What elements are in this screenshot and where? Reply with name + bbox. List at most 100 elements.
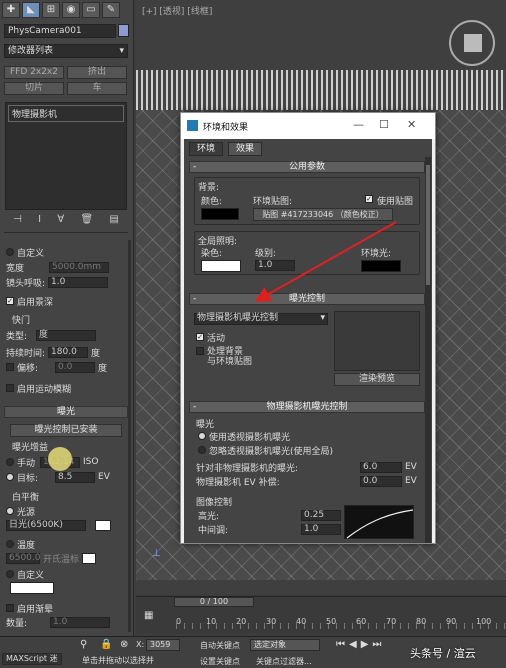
- temperature-radio[interactable]: [6, 540, 14, 548]
- create-icon[interactable]: ✚: [2, 2, 20, 18]
- manual-label: 手动: [17, 458, 36, 469]
- offset-checkbox[interactable]: [6, 363, 14, 371]
- ambient-swatch[interactable]: [361, 260, 401, 272]
- use-map-checkbox[interactable]: ✓: [365, 195, 373, 203]
- custom-wb-radio[interactable]: [6, 570, 14, 578]
- temperature-swatch[interactable]: [82, 552, 97, 564]
- motion-blur-checkbox[interactable]: [6, 384, 14, 392]
- vignetting-checkbox[interactable]: [6, 604, 14, 612]
- lathe-button[interactable]: 车: [67, 82, 127, 95]
- exposure-control-title: 曝光控制: [288, 294, 325, 304]
- shutter-type-label: 类型:: [6, 331, 28, 342]
- show-end-result-icon[interactable]: I: [38, 214, 41, 228]
- manual-radio[interactable]: [6, 458, 14, 466]
- modifier-list-dropdown[interactable]: 修改器列表 ▾: [4, 44, 128, 58]
- dialog-title: 环境和效果: [203, 123, 249, 133]
- panel-scrollbar[interactable]: [128, 240, 131, 632]
- minimize-icon[interactable]: —: [353, 118, 364, 131]
- configure-sets-icon[interactable]: ▤: [109, 214, 118, 228]
- maxscript-listener[interactable]: MAXScript 迷: [2, 653, 62, 665]
- timeline-toggle-icon[interactable]: ▦: [144, 610, 153, 621]
- tint-swatch[interactable]: [201, 260, 241, 272]
- slice-button[interactable]: 切片: [4, 82, 64, 95]
- exposure-rollout-header[interactable]: 曝光: [4, 406, 128, 418]
- extrude-button[interactable]: 挤出: [67, 66, 127, 79]
- phys-comp-spinner[interactable]: 0.0: [360, 475, 402, 487]
- motion-icon[interactable]: ◉: [62, 2, 80, 18]
- watermark-text: 头条号 / 渲云: [410, 647, 476, 660]
- midtones-label: 中间调:: [198, 525, 229, 536]
- render-preview-area: [334, 311, 420, 371]
- remove-modifier-icon[interactable]: 🗑: [80, 214, 93, 228]
- tab-effects[interactable]: 效果: [228, 142, 263, 156]
- offset-unit: 度: [98, 363, 108, 374]
- make-unique-icon[interactable]: ∀: [57, 214, 64, 228]
- duration-unit: 度: [91, 348, 101, 359]
- pin-icon[interactable]: ⚲: [80, 639, 87, 650]
- render-preview-button[interactable]: 渲染预览: [334, 373, 420, 386]
- dialog-body: 环境 效果 - 公用参数 背景: 颜色: 环境贴图: ✓ 使用贴图 贴图 #41…: [184, 139, 432, 543]
- enable-dof-checkbox[interactable]: ✓: [6, 297, 14, 305]
- playback-controls-icon[interactable]: ⏮◀▶⏭: [336, 639, 385, 650]
- lens-breathing-spinner[interactable]: 1.0: [48, 276, 109, 288]
- utilities-icon[interactable]: ✎: [102, 2, 120, 18]
- dialog-scrollbar[interactable]: [425, 157, 431, 543]
- prompt-text: 单击并拖动以选择并: [82, 656, 154, 665]
- key-filters-label[interactable]: 关键点过滤器...: [256, 656, 312, 667]
- ignore-camera-exposure-radio[interactable]: [198, 446, 206, 454]
- modify-icon[interactable]: ◣: [22, 2, 40, 18]
- object-name-field[interactable]: PhysCamera001: [4, 24, 116, 38]
- close-icon[interactable]: ✕: [407, 118, 416, 131]
- timeline[interactable]: 0 / 100 ▦ 0 10 20 30 40 50 60 70 80 90 100: [136, 596, 506, 634]
- object-color-swatch[interactable]: [118, 24, 129, 37]
- custom-wb-swatch[interactable]: [10, 582, 54, 594]
- amount-spinner[interactable]: 1.0: [50, 616, 111, 628]
- duration-spinner[interactable]: 180.0: [48, 346, 89, 358]
- common-params-rollout[interactable]: - 公用参数: [189, 161, 425, 173]
- custom-radio[interactable]: [6, 248, 14, 256]
- film-width-spinner[interactable]: 5000.0mm: [49, 261, 110, 273]
- tick-label: 50: [326, 617, 337, 626]
- exposure-control-installed-button[interactable]: 曝光控制已安装: [10, 424, 122, 437]
- env-map-button[interactable]: 贴图 #417233046 （颜色校正）: [253, 208, 393, 221]
- level-label: 级别:: [255, 249, 277, 259]
- process-bg-checkbox[interactable]: [196, 347, 204, 355]
- temperature-spinner[interactable]: 6500.0: [6, 552, 41, 564]
- non-phys-spinner[interactable]: 6.0: [360, 461, 402, 473]
- midtones-spinner[interactable]: 1.0: [301, 523, 341, 535]
- dialog-titlebar[interactable]: 环境和效果 — ☐ ✕: [181, 113, 435, 139]
- pin-stack-icon[interactable]: ⊣: [13, 214, 22, 228]
- maximize-icon[interactable]: ☐: [379, 118, 389, 131]
- illuminant-swatch[interactable]: [95, 519, 111, 531]
- exposure-control-rollout[interactable]: - 曝光控制: [189, 293, 425, 305]
- lock-icon[interactable]: 🔒: [100, 639, 112, 650]
- level-spinner[interactable]: 1.0: [255, 260, 295, 271]
- selection-lock-icon[interactable]: ⊗: [120, 639, 128, 650]
- exposure-type-dropdown[interactable]: 物理摄影机曝光控制 ▾: [194, 313, 328, 325]
- active-checkbox[interactable]: ✓: [196, 333, 204, 341]
- use-camera-exposure-radio[interactable]: [198, 432, 206, 440]
- stack-item-physical-camera[interactable]: 物理摄影机: [8, 105, 124, 122]
- offset-spinner[interactable]: 0.0: [55, 361, 96, 373]
- custom-wb-label: 自定义: [17, 570, 45, 581]
- display-icon[interactable]: ▭: [82, 2, 100, 18]
- hierarchy-icon[interactable]: ⊞: [42, 2, 60, 18]
- illuminant-dropdown[interactable]: 日光(6500K): [6, 519, 86, 531]
- non-phys-unit: EV: [405, 462, 417, 472]
- viewport-label[interactable]: [+] [透视] [线框]: [142, 4, 212, 17]
- ffd-button[interactable]: FFD 2x2x2: [4, 66, 64, 79]
- highlights-spinner[interactable]: 0.25: [301, 509, 341, 521]
- key-set-dropdown[interactable]: 选定对象: [250, 639, 320, 651]
- target-radio[interactable]: [6, 473, 14, 481]
- viewcube-icon[interactable]: [449, 20, 495, 66]
- phys-exposure-rollout[interactable]: - 物理摄影机曝光控制: [189, 401, 425, 413]
- bg-color-swatch[interactable]: [201, 208, 239, 220]
- illuminant-label: 光源: [17, 507, 36, 518]
- process-bg-label-1: 处理背景: [207, 347, 244, 357]
- tab-environment[interactable]: 环境: [189, 142, 224, 156]
- shutter-type-dropdown[interactable]: 度: [36, 329, 97, 341]
- illuminant-radio[interactable]: [6, 507, 14, 515]
- ambient-label: 环境光:: [361, 249, 392, 259]
- x-coordinate-field[interactable]: 3059: [146, 639, 180, 651]
- target-ev-spinner[interactable]: 8.5: [55, 471, 96, 483]
